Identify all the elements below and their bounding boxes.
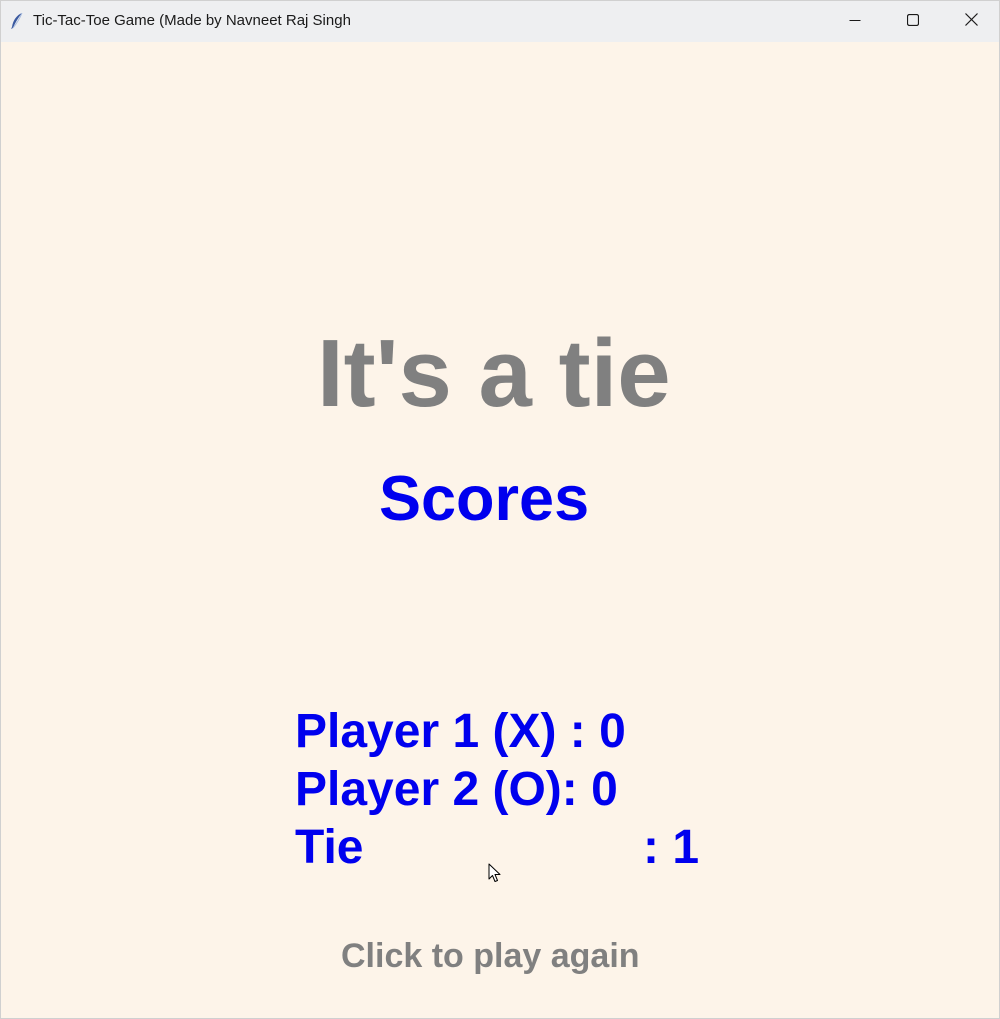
player2-score: Player 2 (O): 0 [295,763,618,816]
tie-score-label: Tie [295,821,364,874]
window-title: Tic-Tac-Toe Game (Made by Navneet Raj Si… [33,12,351,29]
maximize-button[interactable] [884,1,942,42]
close-icon [964,12,978,31]
play-again-button[interactable]: Click to play again [341,939,640,973]
tie-score-value: : 1 [643,821,700,874]
result-message: It's a tie [317,320,671,427]
app-window: Tic-Tac-Toe Game (Made by Navneet Raj Si… [0,0,1000,1019]
scores-heading: Scores [379,464,590,534]
close-button[interactable] [942,1,999,42]
game-canvas[interactable]: It's a tie Scores Player 1 (X) : 0 Playe… [1,42,999,1018]
maximize-icon [906,13,920,31]
feather-icon [9,12,25,30]
minimize-button[interactable] [826,1,884,42]
minimize-icon [849,13,861,31]
mouse-pointer-icon [488,863,502,883]
title-bar[interactable]: Tic-Tac-Toe Game (Made by Navneet Raj Si… [1,1,999,42]
player1-score: Player 1 (X) : 0 [295,705,626,758]
